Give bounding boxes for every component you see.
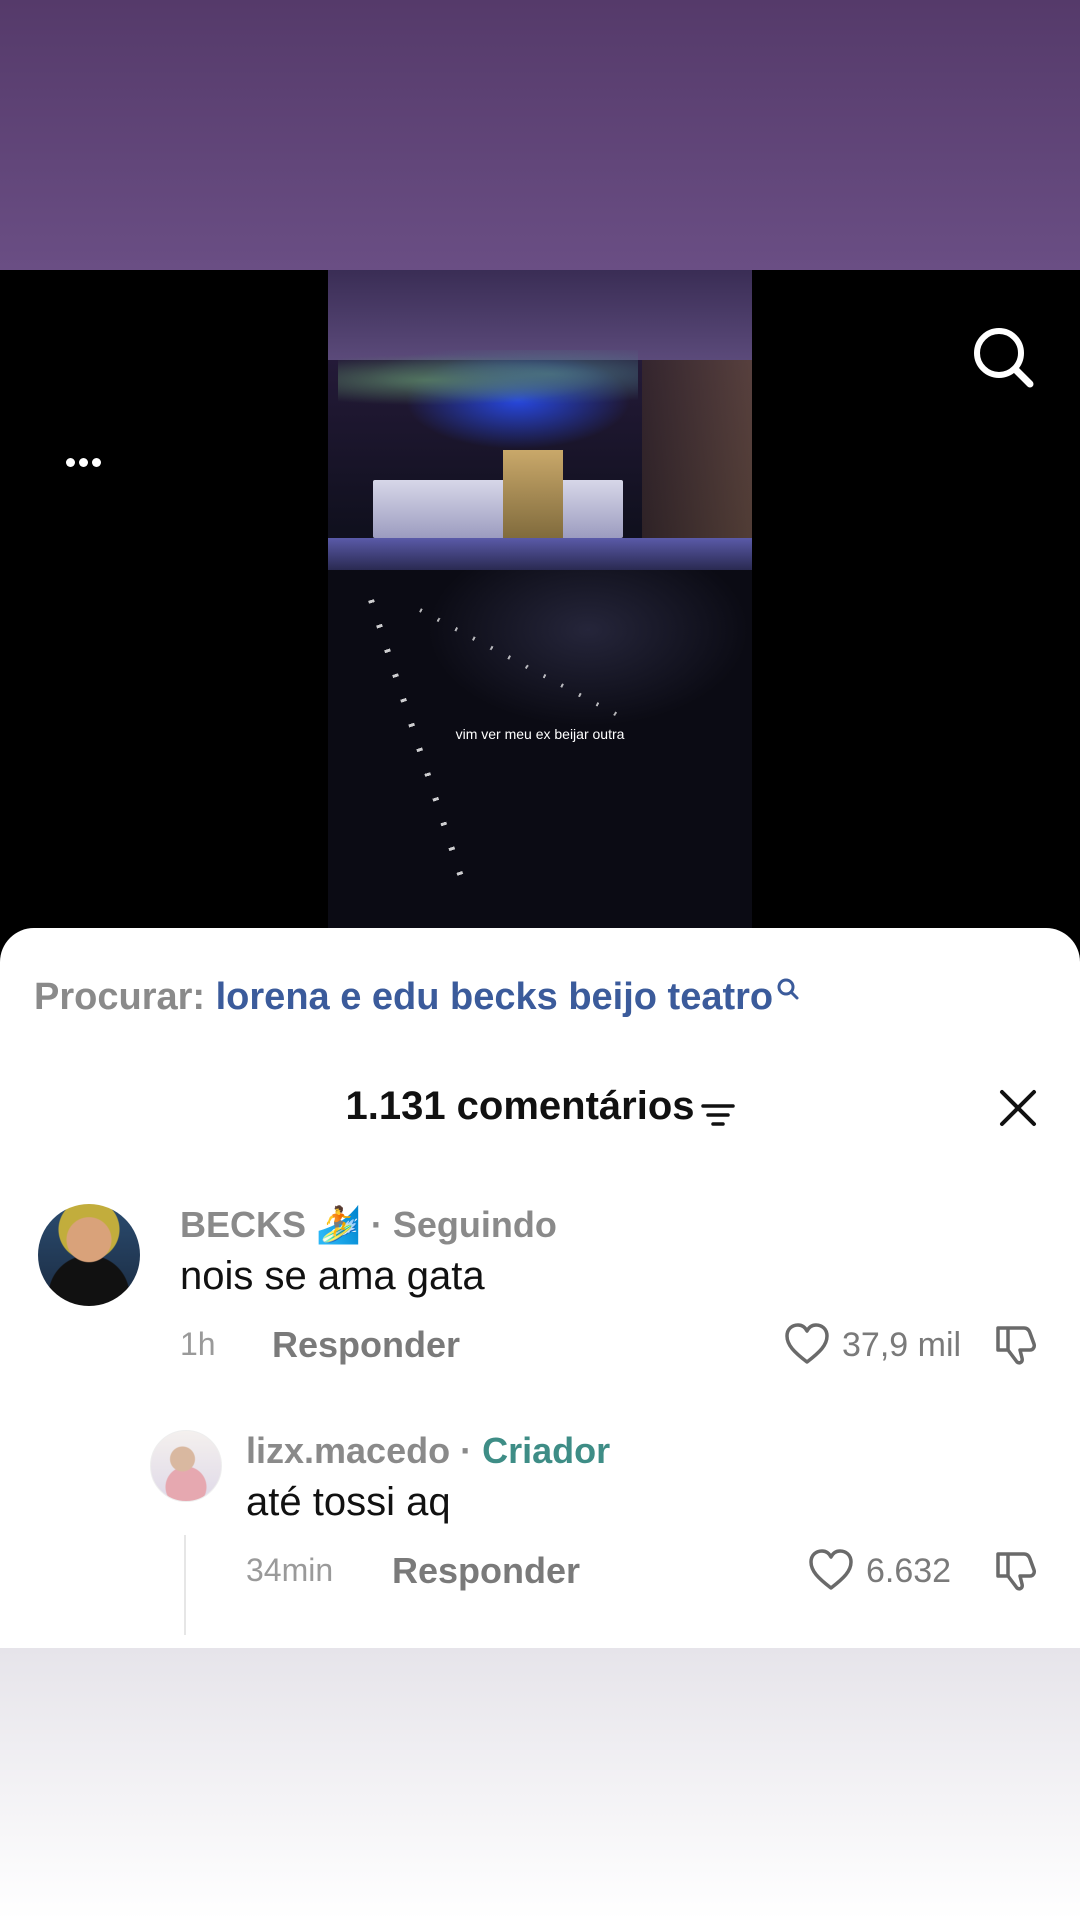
comments-sheet: Procurar: lorena e edu becks beijo teatr… <box>0 928 1080 1648</box>
comment-time: 1h <box>180 1326 216 1362</box>
audience <box>328 570 752 940</box>
comment-time: 34min <box>246 1552 334 1588</box>
comment-meta: lizx.macedo · Criador <box>246 1430 610 1472</box>
comments-header: 1.131 comentários <box>0 1084 1080 1129</box>
following-tag: Seguindo <box>392 1204 557 1245</box>
avatar[interactable] <box>150 1430 222 1502</box>
creator-tag: Criador <box>482 1430 611 1471</box>
comment-meta: BECKS 🏄 · Seguindo <box>180 1204 557 1246</box>
comment-author[interactable]: lizx.macedo <box>246 1430 450 1471</box>
thumbs-down-icon[interactable] <box>994 1548 1038 1592</box>
video-caption: vim ver meu ex beijar outra <box>455 726 625 742</box>
thumbs-down-icon[interactable] <box>994 1322 1038 1366</box>
theater-ceiling <box>328 270 752 360</box>
search-suggestion-label: Procurar: <box>34 976 206 1018</box>
meta-separator: · <box>450 1430 483 1471</box>
comment-author[interactable]: BECKS 🏄 <box>180 1204 361 1245</box>
comment-text: até tossi aq <box>246 1480 451 1524</box>
search-icon <box>777 978 799 1000</box>
top-background-band <box>0 0 1080 270</box>
search-icon[interactable] <box>968 322 1038 392</box>
thread-line <box>184 1535 186 1635</box>
reply-button[interactable]: Responder <box>272 1324 460 1366</box>
comments-count: 1.131 comentários <box>345 1084 695 1128</box>
heart-icon[interactable] <box>808 1548 854 1592</box>
avatar[interactable] <box>38 1204 140 1306</box>
reply-button[interactable]: Responder <box>392 1550 580 1592</box>
like-count: 6.632 <box>866 1552 952 1590</box>
search-suggestion-term[interactable]: lorena e edu becks beijo teatro <box>216 976 774 1018</box>
comment-text: nois se ama gata <box>180 1254 485 1298</box>
meta-separator: · <box>360 1204 393 1245</box>
stage-set <box>373 450 623 540</box>
more-horizontal-icon[interactable] <box>66 458 112 474</box>
bottom-background-band <box>0 1648 1080 1920</box>
filter-icon[interactable] <box>700 1101 735 1129</box>
stage-scenery <box>338 350 638 410</box>
theater-wall <box>642 360 752 560</box>
close-icon[interactable] <box>996 1086 1040 1130</box>
like-count: 37,9 mil <box>842 1326 962 1364</box>
video-frame[interactable] <box>328 270 752 940</box>
search-suggestion[interactable]: Procurar: lorena e edu becks beijo teatr… <box>34 976 801 1019</box>
heart-icon[interactable] <box>784 1322 830 1366</box>
